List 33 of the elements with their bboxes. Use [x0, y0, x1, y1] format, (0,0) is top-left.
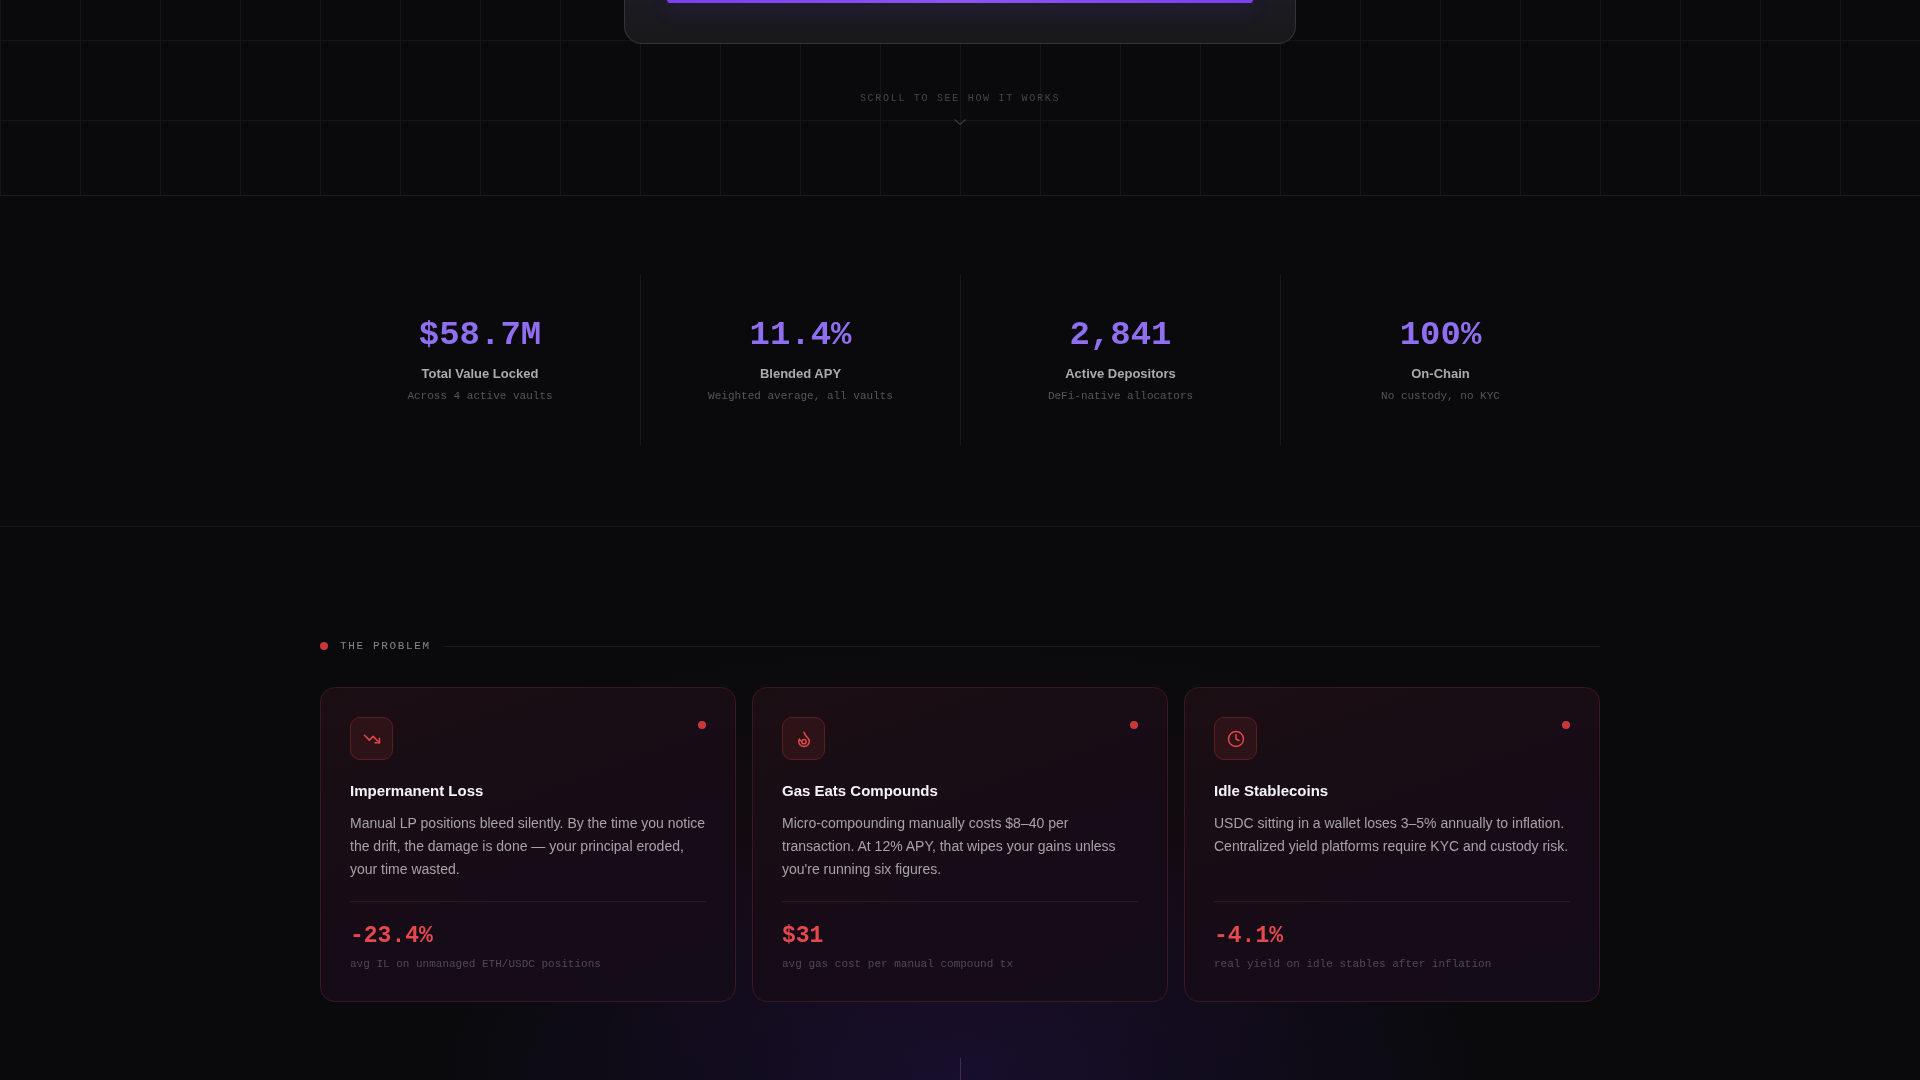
dot-icon — [320, 642, 328, 650]
section-eyebrow: THE PROBLEM — [340, 639, 431, 653]
stat-note: Across 4 active vaults — [407, 389, 553, 403]
card-description: Manual LP positions bleed silently. By the time you notice the drift, the damage is done — your principal eroded, your time wasted. — [350, 814, 707, 879]
stat-value: 2,841 — [1069, 315, 1172, 355]
dot-icon — [698, 721, 706, 729]
chevron-down-icon — [954, 119, 966, 125]
card-title: Impermanent Loss — [350, 781, 485, 800]
card-description: Micro-compounding manually costs $8–40 per transaction. At 12% APY, that wipes your gains unless you're running six figures. — [782, 814, 1117, 879]
stat-label: Active Depositors — [1065, 366, 1176, 382]
card-title: Idle Stablecoins — [1214, 781, 1330, 800]
stat-value: 100% — [1399, 315, 1482, 355]
stat-note: DeFi-native allocators — [1047, 389, 1194, 403]
stat-note: Weighted average, all vaults — [708, 389, 893, 403]
stat-value: 11.4% — [749, 315, 852, 355]
card-metric: $31 — [782, 922, 825, 950]
dot-icon — [1130, 721, 1138, 729]
trend-down-icon — [350, 717, 393, 760]
card-metric: -4.1% — [1214, 922, 1284, 950]
scroll-hint: SCROLL TO SEE HOW IT WORKS — [859, 93, 1061, 105]
card-metric: -23.4% — [350, 922, 434, 950]
stat-label: Blended APY — [759, 366, 842, 382]
stat-label: Total Value Locked — [421, 366, 539, 382]
metric-caption: avg gas cost per manual compound tx — [782, 957, 1015, 971]
stat-label: On-Chain — [1411, 366, 1470, 382]
flame-icon — [782, 717, 825, 760]
clock-icon — [1214, 717, 1257, 760]
metric-caption: avg IL on unmanaged ETH/USDC positions — [350, 957, 602, 971]
stat-note: No custody, no KYC — [1381, 389, 1500, 403]
stat-value: $58.7M — [418, 315, 542, 355]
dot-icon — [1562, 721, 1570, 729]
card-description: USDC sitting in a wallet loses 3–5% annually to inflation. Centralized yield platforms require KYC and custody risk. — [1214, 814, 1570, 856]
card-title: Gas Eats Compounds — [782, 781, 939, 800]
